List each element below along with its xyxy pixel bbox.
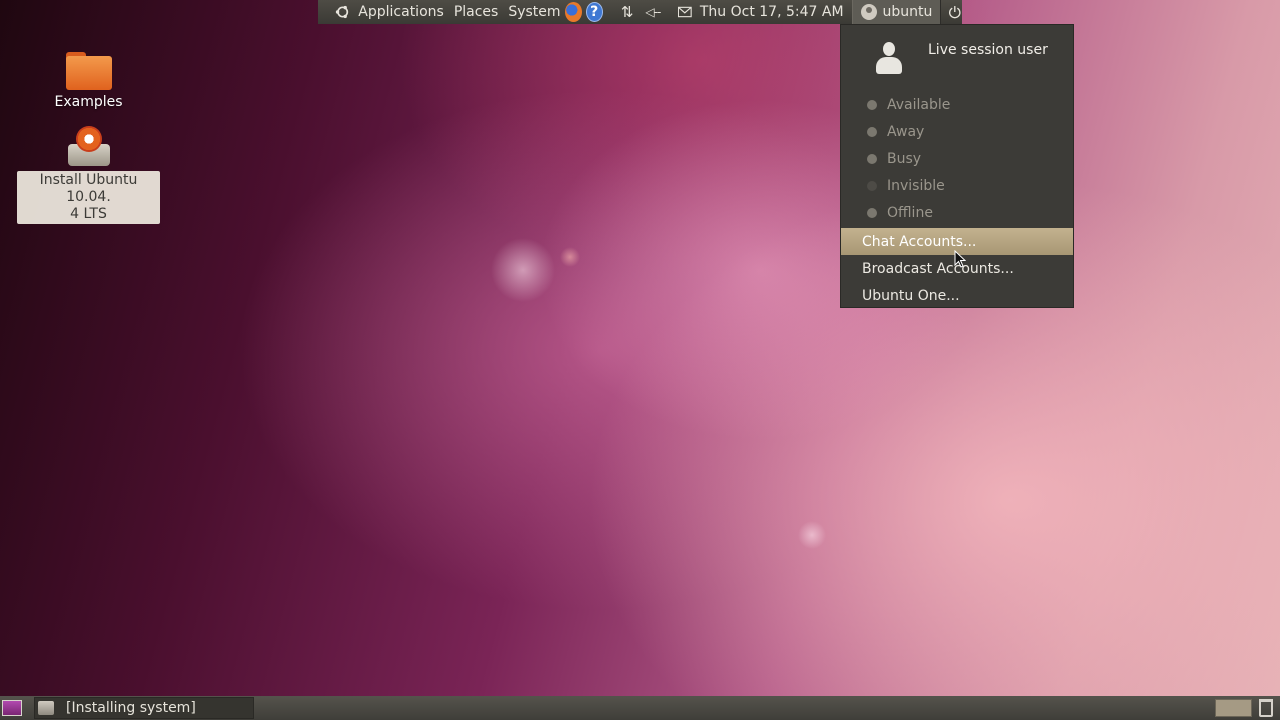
menu-places[interactable]: Places — [454, 0, 499, 24]
network-icon[interactable]: ⇅ — [621, 0, 634, 24]
status-away[interactable]: Away — [841, 118, 1073, 145]
status-label: Invisible — [887, 177, 945, 194]
status-label: Away — [887, 123, 925, 140]
power-icon[interactable] — [948, 4, 962, 20]
status-dot-icon — [867, 126, 877, 137]
desktop-icon-examples[interactable]: Examples — [17, 52, 160, 110]
status-dot-icon — [867, 180, 877, 191]
status-busy[interactable]: Busy — [841, 145, 1073, 172]
trash-icon[interactable] — [1259, 699, 1273, 717]
top-panel: Applications Places System ? ⇅ ◁-- Thu O… — [318, 0, 962, 24]
status-dot-icon — [867, 99, 877, 110]
user-status-icon — [860, 4, 877, 20]
status-invisible[interactable]: Invisible — [841, 172, 1073, 199]
bottom-panel: [Installing system] — [0, 696, 1280, 720]
status-offline[interactable]: Offline — [841, 199, 1073, 226]
menu-applications[interactable]: Applications — [358, 0, 444, 24]
taskbar-item-installer[interactable]: [Installing system] — [34, 697, 254, 719]
status-label: Busy — [887, 150, 922, 167]
firefox-icon[interactable] — [564, 2, 582, 22]
status-dot-icon — [867, 153, 877, 164]
folder-icon — [65, 52, 112, 90]
installer-window-icon — [38, 701, 54, 715]
installer-icon — [66, 126, 112, 168]
menu-header: Live session user — [841, 25, 1073, 91]
workspace-switcher[interactable] — [1215, 699, 1252, 717]
mouse-cursor-icon — [954, 250, 966, 268]
install-label-text: Install Ubuntu 10.04. 4 LTS — [39, 172, 138, 222]
taskbar-item-label: [Installing system] — [66, 700, 196, 716]
status-dot-icon — [867, 207, 877, 218]
desktop-icon-label: Install Ubuntu 10.04. 4 LTS — [17, 171, 160, 224]
status-label: Available — [887, 96, 951, 113]
desktop-icon-label: Examples — [54, 94, 123, 110]
show-desktop-icon[interactable] — [2, 700, 22, 716]
status-label: Offline — [887, 204, 933, 221]
ubuntu-logo-icon[interactable] — [335, 3, 350, 21]
user-name: ubuntu — [882, 4, 933, 20]
volume-muted-icon[interactable]: ◁-- — [645, 0, 661, 24]
avatar-icon — [874, 42, 904, 74]
desktop-icon-install-ubuntu[interactable]: Install Ubuntu 10.04. 4 LTS — [17, 126, 160, 224]
menu-item-ubuntu-one[interactable]: Ubuntu One... — [841, 282, 1073, 309]
user-menu-button[interactable]: ubuntu — [851, 0, 942, 24]
help-icon[interactable]: ? — [585, 2, 603, 22]
mail-icon[interactable] — [678, 6, 692, 18]
menu-system[interactable]: System — [508, 0, 560, 24]
session-user-label: Live session user — [928, 42, 1048, 58]
clock[interactable]: Thu Oct 17, 5:47 AM — [700, 0, 844, 24]
status-available[interactable]: Available — [841, 91, 1073, 118]
